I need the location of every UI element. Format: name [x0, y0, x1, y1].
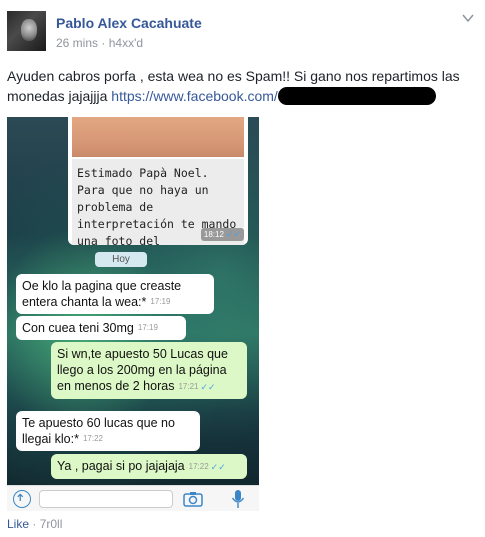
camera-icon[interactable] [183, 491, 203, 507]
attach-icon[interactable] [13, 490, 31, 508]
footer-separator: · [29, 517, 40, 531]
photo-sand [72, 117, 244, 157]
chevron-down-icon[interactable] [461, 11, 475, 25]
post-body: Ayuden cabros porfa , esta wea no es Spa… [7, 66, 479, 106]
footer-extra: 7r0ll [39, 517, 63, 531]
message-time: 17:22 [188, 462, 209, 471]
photo-time: 18:12 ✓✓ [200, 228, 244, 241]
message-bubble: Si wn,te apuesto 50 Lucas que llego a lo… [51, 342, 247, 399]
post-header: Pablo Alex Cacahuate 26 mins · h4xx'd [7, 11, 477, 55]
read-ticks-icon: ✓✓ [200, 382, 216, 392]
post-link[interactable]: https://www.facebook.com/ [111, 88, 278, 104]
redaction-bar [277, 87, 436, 105]
message-time: 17:19 [137, 323, 158, 332]
message-bubble: Oe klo la pagina que creaste entera chan… [16, 274, 214, 314]
message-text: Con cuea teni 30mg [22, 321, 134, 335]
message-time: 17:19 [150, 297, 171, 306]
message-text: Ya , pagai si po jajajaja [57, 459, 185, 473]
message-bubble: Con cuea teni 30mg 17:19 [16, 316, 186, 340]
like-link[interactable]: Like [7, 517, 29, 531]
avatar[interactable] [7, 11, 46, 51]
message-bubble: Ya , pagai si po jajajaja 17:22 ✓✓ [51, 454, 247, 479]
post-location: h4xx'd [108, 36, 144, 50]
read-ticks-icon: ✓✓ [225, 229, 241, 239]
post-author[interactable]: Pablo Alex Cacahuate [56, 15, 202, 31]
photo-message: Estimado Papà Noel. Para que no haya un … [68, 117, 248, 245]
date-divider: Hoy [95, 252, 147, 267]
post-meta: 26 mins · h4xx'd [56, 36, 143, 50]
message-input[interactable] [39, 490, 173, 508]
microphone-icon[interactable] [231, 489, 245, 509]
photo-time-label: 18:12 [203, 230, 224, 239]
avatar-face [21, 19, 37, 41]
message-time: 17:22 [82, 434, 104, 443]
message-bubble: Te apuesto 60 lucas que no llegai klo:* 1… [16, 411, 200, 451]
meta-separator: · [101, 36, 109, 50]
chat-input-bar [7, 485, 259, 511]
chat-screenshot: Estimado Papà Noel. Para que no haya un … [7, 117, 259, 511]
post-time[interactable]: 26 mins [56, 36, 98, 50]
post-footer: Like · 7r0ll [7, 517, 62, 531]
message-time: 17:21 [178, 382, 199, 391]
read-ticks-icon: ✓✓ [210, 462, 226, 472]
